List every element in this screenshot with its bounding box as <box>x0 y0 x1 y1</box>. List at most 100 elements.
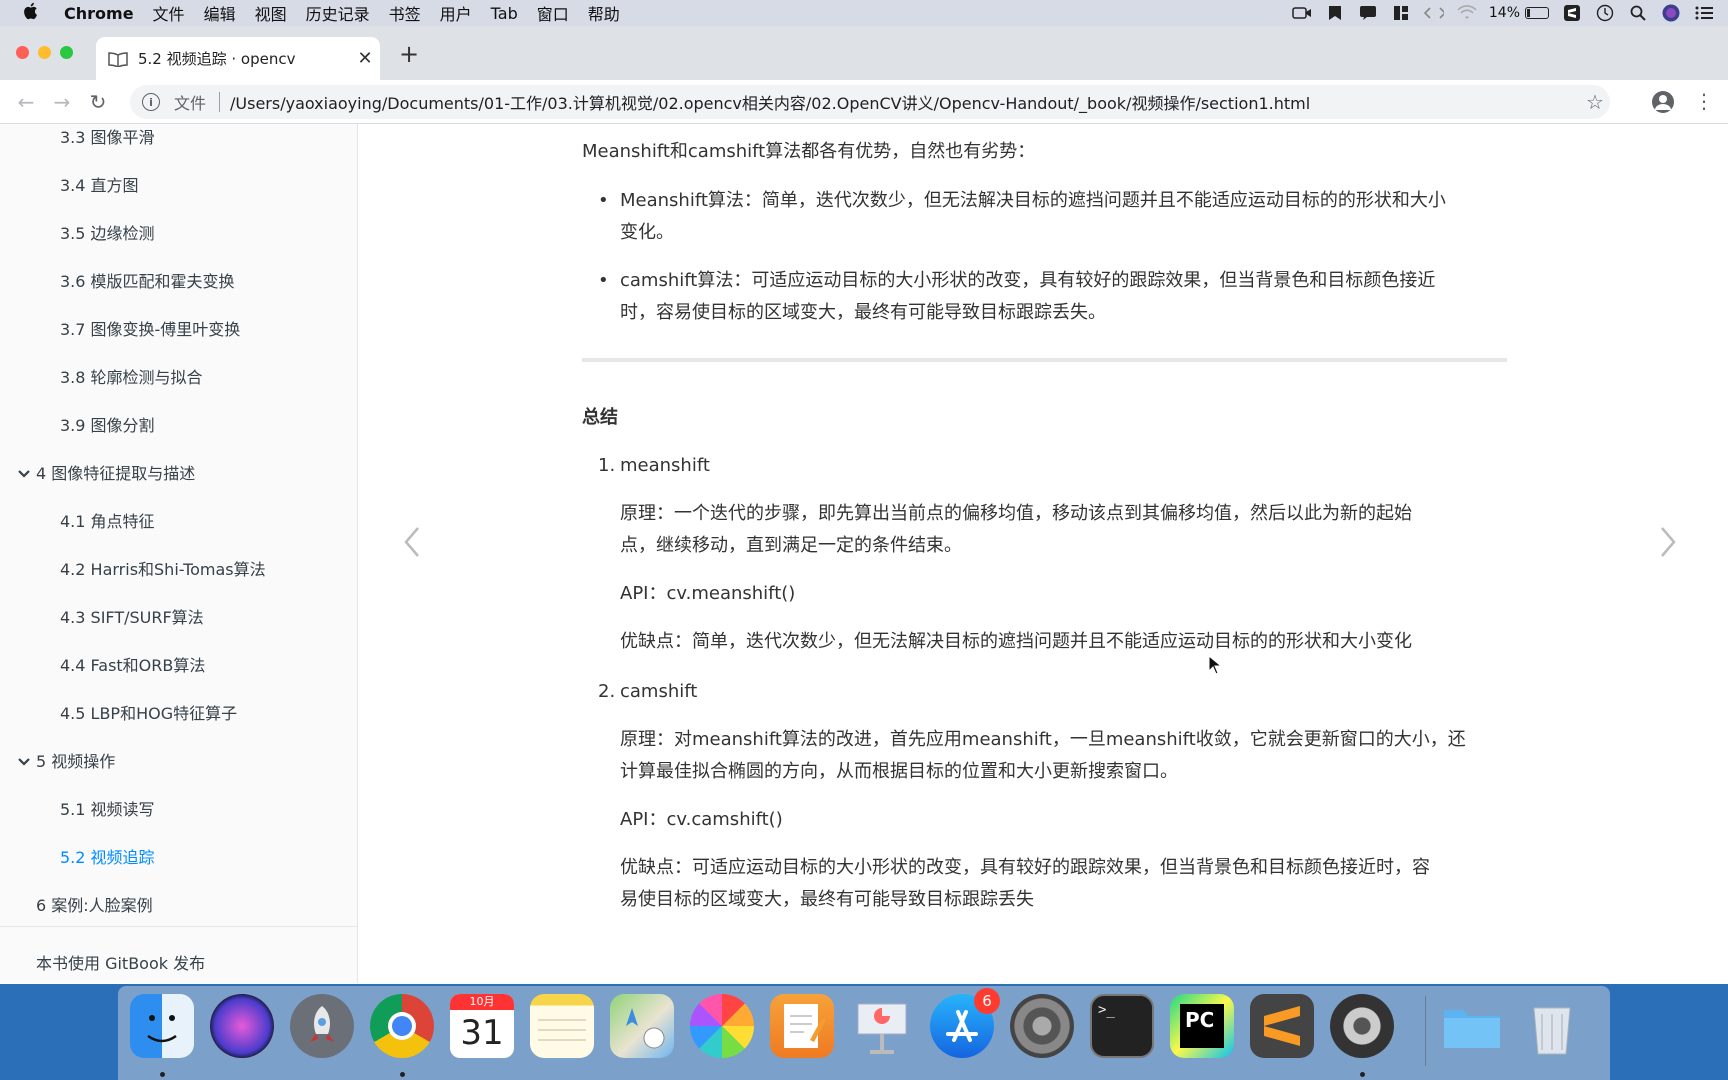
running-indicator <box>400 1072 405 1077</box>
sidebar-item-6[interactable]: 6 案例:人脸案例 <box>36 892 153 916</box>
siri-icon[interactable] <box>210 994 274 1058</box>
terminal-icon[interactable]: >_ <box>1090 994 1154 1058</box>
sublime-text-icon[interactable] <box>1250 994 1314 1058</box>
window-manager-icon[interactable] <box>1391 5 1411 21</box>
url-text[interactable]: /Users/yaoxiaoying/Documents/01-工作/03.计算… <box>230 90 1580 114</box>
back-icon[interactable]: ← <box>8 90 44 114</box>
sidebar-item-3-4[interactable]: 3.4 直方图 <box>60 172 139 196</box>
fullscreen-window-button[interactable] <box>60 46 73 59</box>
screen-record-icon[interactable] <box>1292 5 1312 21</box>
sidebar-item-4[interactable]: 4 图像特征提取与描述 <box>18 460 195 484</box>
sidebar-item-4-1[interactable]: 4.1 角点特征 <box>60 508 155 532</box>
meanshift-api: API：cv.meanshift() <box>620 583 796 604</box>
photos-icon[interactable] <box>690 994 754 1058</box>
reload-icon[interactable]: ↻ <box>80 90 116 114</box>
spotlight-search-icon[interactable] <box>1628 5 1648 21</box>
sidebar-item-4-3[interactable]: 4.3 SIFT/SURF算法 <box>60 604 204 628</box>
menu-app-name[interactable]: Chrome <box>64 4 134 23</box>
minimize-window-button[interactable] <box>38 46 51 59</box>
folder-icon[interactable] <box>1440 994 1504 1058</box>
wifi-icon[interactable] <box>1457 5 1477 21</box>
sublime-menu-icon[interactable] <box>1562 5 1582 21</box>
bookmark-star-icon[interactable]: ☆ <box>1580 90 1610 114</box>
chevron-down-icon[interactable] <box>18 755 36 771</box>
battery-indicator[interactable]: 14% <box>1489 5 1549 21</box>
time-machine-icon[interactable] <box>1595 4 1615 22</box>
next-page-icon[interactable] <box>1659 526 1677 567</box>
pycharm-icon[interactable]: PC <box>1170 994 1234 1058</box>
dock-separator <box>1425 996 1426 1066</box>
final-cut-icon[interactable] <box>1330 994 1394 1058</box>
calendar-icon[interactable]: 10月 31 <box>450 994 514 1058</box>
code-brackets-icon[interactable] <box>1423 5 1444 21</box>
sidebar-item-3-6[interactable]: 3.6 模版匹配和霍夫变换 <box>60 268 235 292</box>
chrome-icon[interactable] <box>370 994 434 1058</box>
previous-page-icon[interactable] <box>403 526 421 567</box>
bullet-camshift-line1: camshift算法：可适应运动目标的大小形状的改变，具有较好的跟踪效果，但当背… <box>620 270 1436 291</box>
menu-file[interactable]: 文件 <box>153 1 185 25</box>
chevron-down-icon[interactable] <box>18 467 36 483</box>
macos-dock: 10月 31 6 >_ PC <box>118 986 1610 1080</box>
system-preferences-icon[interactable] <box>1010 994 1074 1058</box>
close-window-button[interactable] <box>16 46 29 59</box>
pages-icon[interactable] <box>770 994 834 1058</box>
gitbook-footer-link[interactable]: 本书使用 GitBook 发布 <box>36 950 205 974</box>
calendar-month: 10月 <box>450 994 514 1010</box>
trash-icon[interactable] <box>1520 994 1584 1058</box>
control-center-icon[interactable] <box>1694 5 1714 21</box>
tab-active[interactable]: 5.2 视频追踪 · opencv ✕ <box>96 37 380 80</box>
info-icon[interactable]: i <box>142 93 160 111</box>
forward-icon[interactable]: → <box>44 90 80 114</box>
menu-help[interactable]: 帮助 <box>588 1 620 25</box>
camshift-api: API：cv.camshift() <box>620 809 783 830</box>
launchpad-icon[interactable] <box>290 994 354 1058</box>
book-sidebar: 3.3 图像平滑 3.4 直方图 3.5 边缘检测 3.6 模版匹配和霍夫变换 … <box>0 124 358 983</box>
notes-icon[interactable] <box>530 994 594 1058</box>
app-store-icon[interactable]: 6 <box>930 988 1000 1058</box>
calendar-day: 31 <box>460 1013 504 1053</box>
sidebar-divider <box>0 926 358 927</box>
list-number: 2. <box>598 681 616 702</box>
sidebar-item-3-8[interactable]: 3.8 轮廓检测与拟合 <box>60 364 203 388</box>
sidebar-item-3-5[interactable]: 3.5 边缘检测 <box>60 220 155 244</box>
bookmark-app-icon[interactable] <box>1325 5 1345 21</box>
sidebar-item-5-2-active[interactable]: 5.2 视频追踪 <box>60 844 155 868</box>
finder-icon[interactable] <box>130 994 194 1058</box>
browser-window: 5.2 视频追踪 · opencv ✕ + ← → ↻ i 文件 /Users/… <box>0 26 1728 984</box>
sidebar-item-label: 4 图像特征提取与描述 <box>36 464 196 483</box>
sidebar-item-3-7[interactable]: 3.7 图像变换-傅里叶变换 <box>60 316 240 340</box>
menu-history[interactable]: 历史记录 <box>306 1 370 25</box>
sidebar-item-3-3[interactable]: 3.3 图像平滑 <box>60 124 155 148</box>
menu-bookmarks[interactable]: 书签 <box>389 1 421 25</box>
menu-window[interactable]: 窗口 <box>537 1 569 25</box>
more-menu-icon[interactable]: ⋮ <box>1694 89 1714 113</box>
mouse-cursor-icon <box>1208 655 1222 675</box>
close-tab-icon[interactable]: ✕ <box>350 48 380 69</box>
main-article-area: Meanshift和camshift算法都各有优势，自然也有劣势： • Mean… <box>359 124 1728 983</box>
siri-menu-icon[interactable] <box>1661 4 1681 22</box>
maps-icon[interactable] <box>610 994 674 1058</box>
menu-view[interactable]: 视图 <box>255 1 287 25</box>
sidebar-item-5[interactable]: 5 视频操作 <box>18 748 115 772</box>
browser-toolbar: ← → ↻ i 文件 /Users/yaoxiaoying/Documents/… <box>0 80 1728 124</box>
new-tab-button[interactable]: + <box>396 40 422 68</box>
keynote-icon[interactable] <box>850 994 914 1058</box>
book-icon <box>108 51 128 68</box>
sidebar-item-4-5[interactable]: 4.5 LBP和HOG特征算子 <box>60 700 237 724</box>
profile-avatar-icon[interactable] <box>1652 91 1674 113</box>
menu-tab[interactable]: Tab <box>491 4 518 23</box>
apple-menu-icon[interactable] <box>22 2 44 25</box>
sidebar-item-3-9[interactable]: 3.9 图像分割 <box>60 412 155 436</box>
menu-people[interactable]: 用户 <box>440 1 472 25</box>
sidebar-item-4-4[interactable]: 4.4 Fast和ORB算法 <box>60 652 205 676</box>
battery-icon <box>1525 7 1549 19</box>
menu-edit[interactable]: 编辑 <box>204 1 236 25</box>
macos-menu-bar: Chrome 文件 编辑 视图 历史记录 书签 用户 Tab 窗口 帮助 14% <box>0 0 1728 26</box>
scheme-label: 文件 <box>174 94 207 113</box>
sidebar-item-4-2[interactable]: 4.2 Harris和Shi-Tomas算法 <box>60 556 266 580</box>
sidebar-item-5-1[interactable]: 5.1 视频读写 <box>60 796 155 820</box>
bullet-meanshift-line2: 变化。 <box>620 222 674 243</box>
meanshift-pros-cons: 优缺点：简单，迭代次数少，但无法解决目标的遮挡问题并且不能适应运动目标的的形状和… <box>620 631 1412 652</box>
address-bar[interactable]: i 文件 /Users/yaoxiaoying/Documents/01-工作/… <box>130 85 1610 119</box>
notification-icon[interactable] <box>1358 5 1378 21</box>
